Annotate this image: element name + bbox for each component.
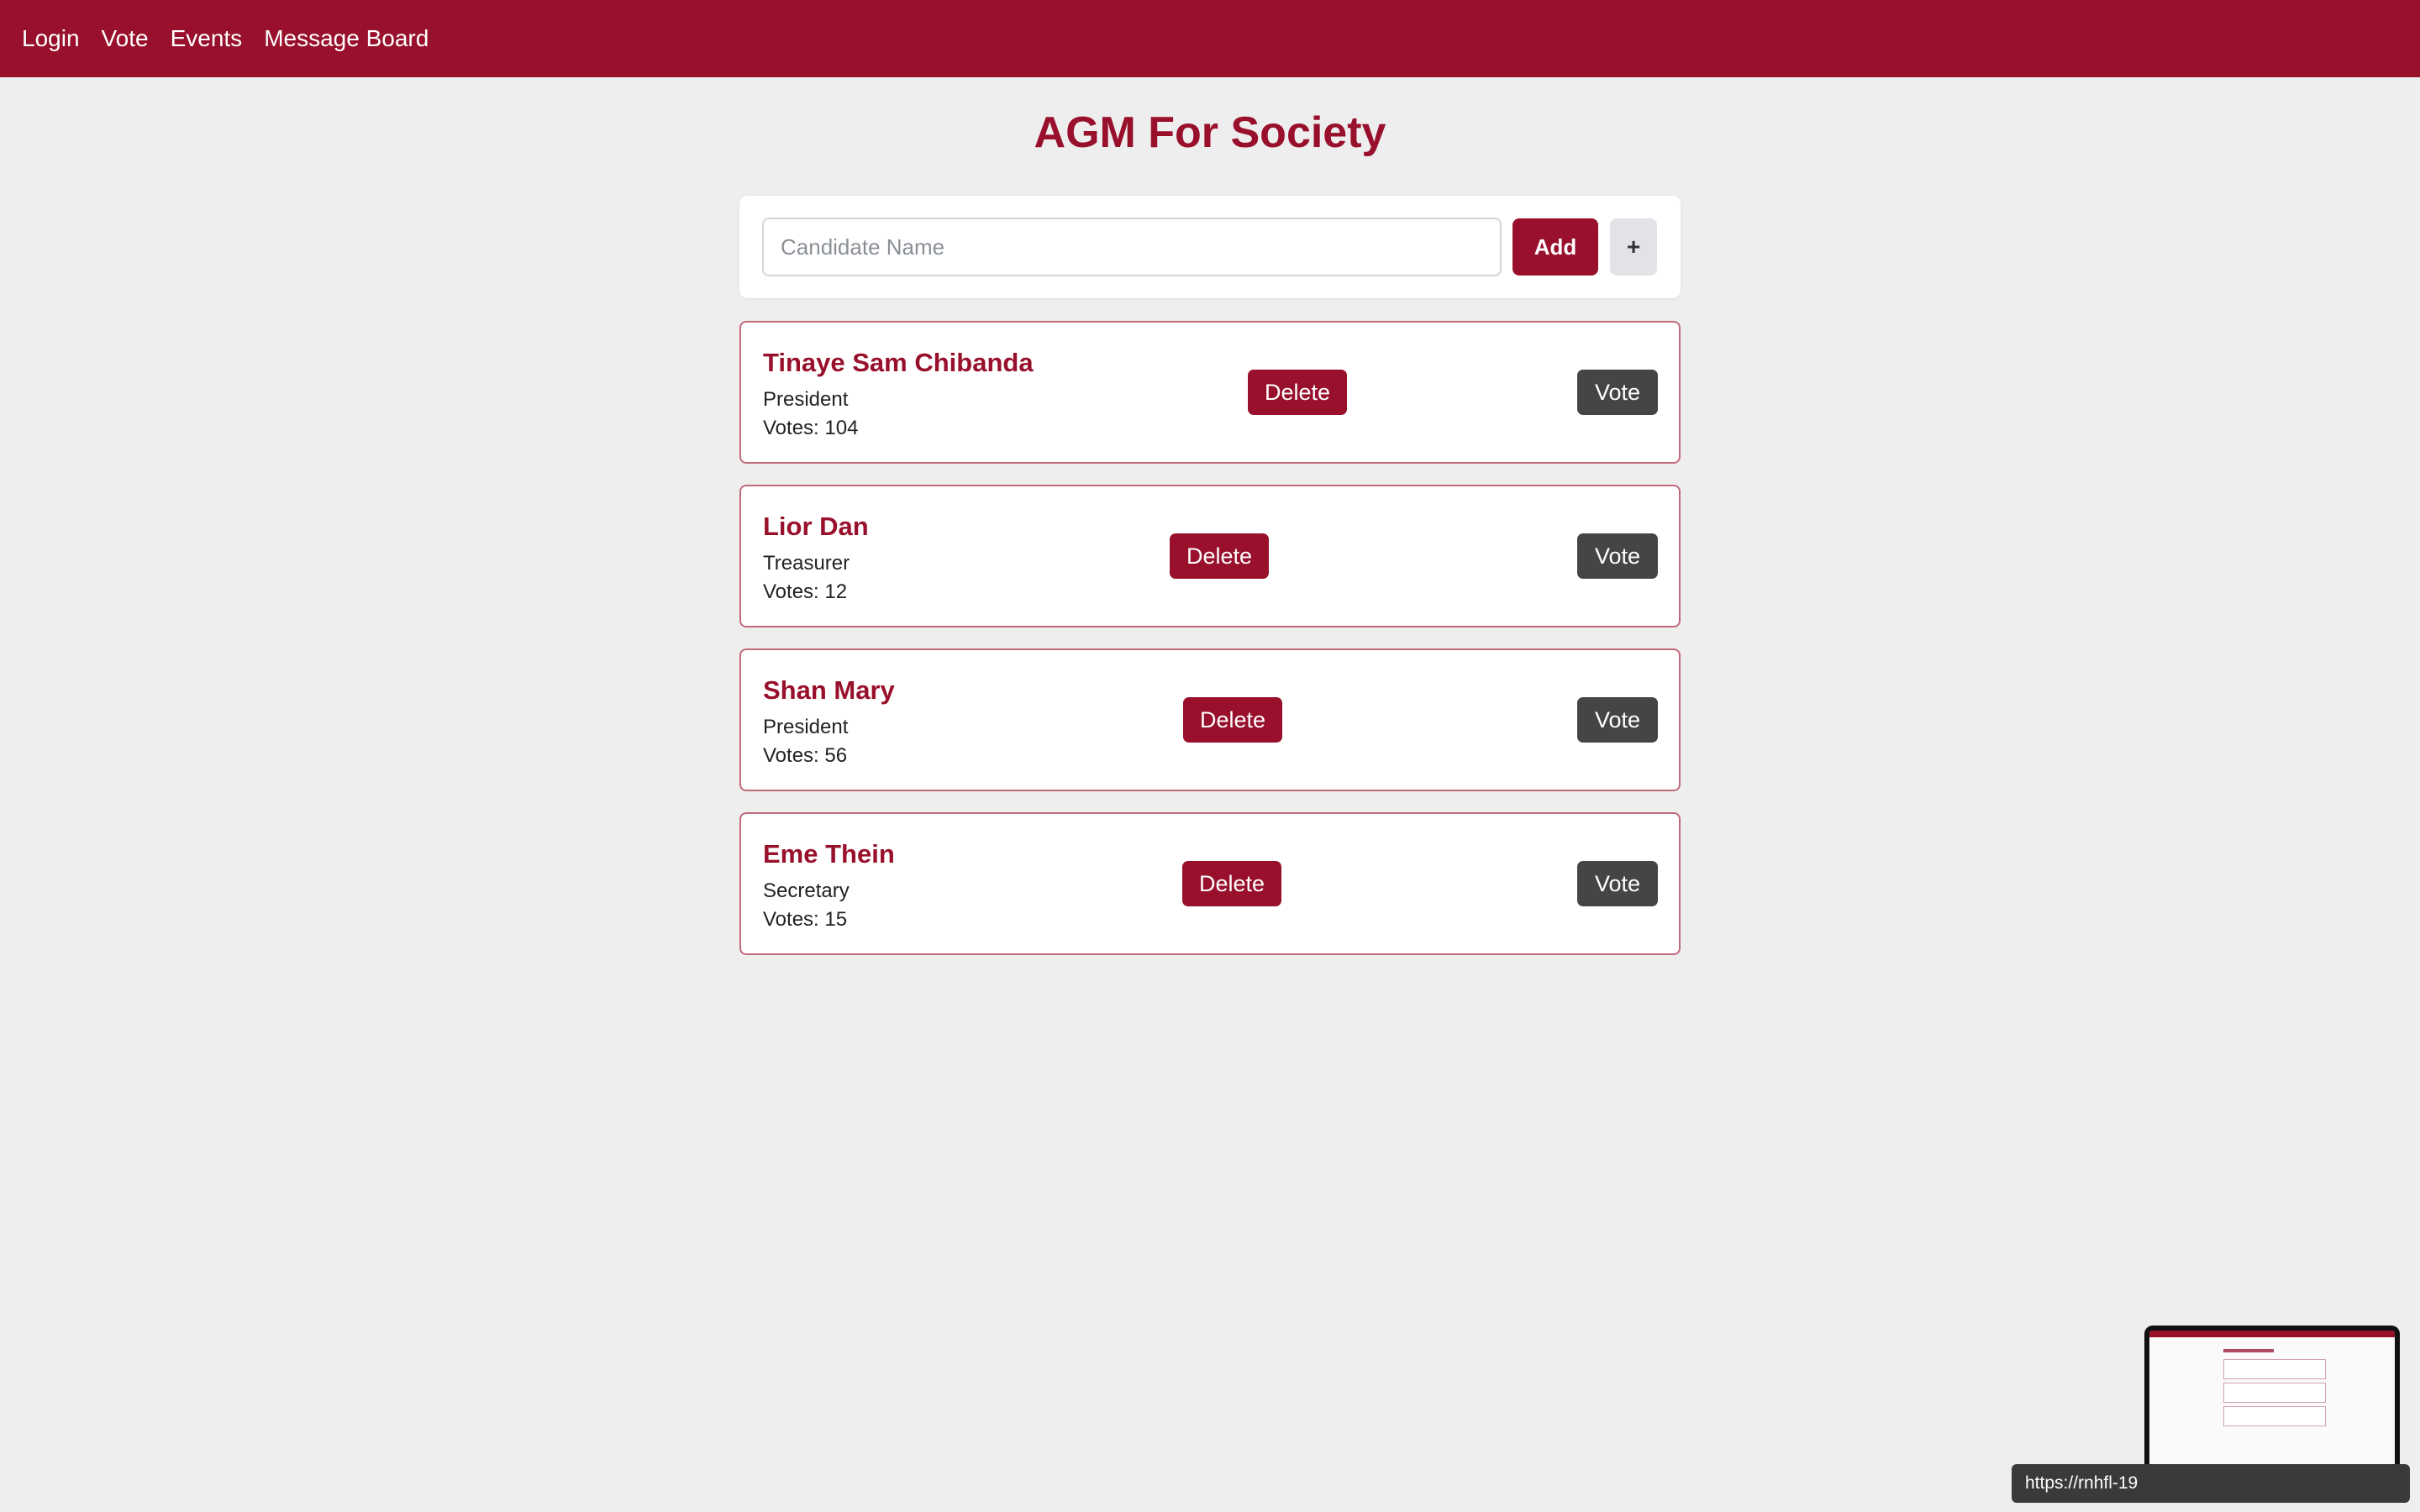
candidate-role: President (763, 716, 849, 738)
candidate-name: Lior Dan (763, 512, 869, 541)
candidate-role: Treasurer (763, 552, 850, 575)
delete-button[interactable]: Delete (1182, 861, 1282, 906)
nav-message-board-link[interactable]: Message Board (264, 25, 429, 52)
add-candidate-button[interactable]: Add (1512, 218, 1598, 276)
delete-button[interactable]: Delete (1183, 697, 1283, 743)
candidate-name: Eme Thein (763, 839, 895, 869)
delete-button[interactable]: Delete (1170, 533, 1270, 579)
candidate-role: Secretary (763, 879, 850, 902)
candidate-card: Shan Mary President Votes: 56 Delete Vot… (739, 648, 1681, 791)
preview-card (2223, 1406, 2326, 1426)
preview-card (2223, 1383, 2326, 1403)
candidate-votes: Votes: 15 (763, 908, 848, 931)
candidate-card: Tinaye Sam Chibanda President Votes: 104… (739, 321, 1681, 464)
candidate-name-input[interactable] (762, 218, 1502, 276)
preview-navbar (2149, 1331, 2395, 1337)
expand-plus-button[interactable]: + (1610, 218, 1657, 276)
preview-card (2223, 1359, 2326, 1379)
delete-button[interactable]: Delete (1248, 370, 1348, 415)
vote-button[interactable]: Vote (1577, 370, 1658, 415)
nav-vote-link[interactable]: Vote (102, 25, 149, 52)
add-candidate-panel: Add + (739, 196, 1681, 298)
candidate-name: Shan Mary (763, 675, 895, 705)
top-navbar: Login Vote Events Message Board (0, 0, 2420, 77)
status-url-tooltip: https://rnhfl-19 (2012, 1464, 2410, 1503)
candidate-votes: Votes: 12 (763, 580, 848, 603)
vote-button[interactable]: Vote (1577, 533, 1658, 579)
nav-events-link[interactable]: Events (171, 25, 243, 52)
candidate-card: Lior Dan Treasurer Votes: 12 Delete Vote (739, 485, 1681, 627)
candidate-role: President (763, 388, 849, 411)
preview-title (2223, 1349, 2274, 1352)
candidate-card: Eme Thein Secretary Votes: 15 Delete Vot… (739, 812, 1681, 955)
nav-login-link[interactable]: Login (22, 25, 80, 52)
vote-button[interactable]: Vote (1577, 861, 1658, 906)
candidate-votes: Votes: 56 (763, 744, 848, 767)
page-title: AGM For Society (1034, 108, 1386, 157)
candidate-votes: Votes: 104 (763, 417, 859, 439)
candidate-name: Tinaye Sam Chibanda (763, 348, 1034, 377)
vote-button[interactable]: Vote (1577, 697, 1658, 743)
